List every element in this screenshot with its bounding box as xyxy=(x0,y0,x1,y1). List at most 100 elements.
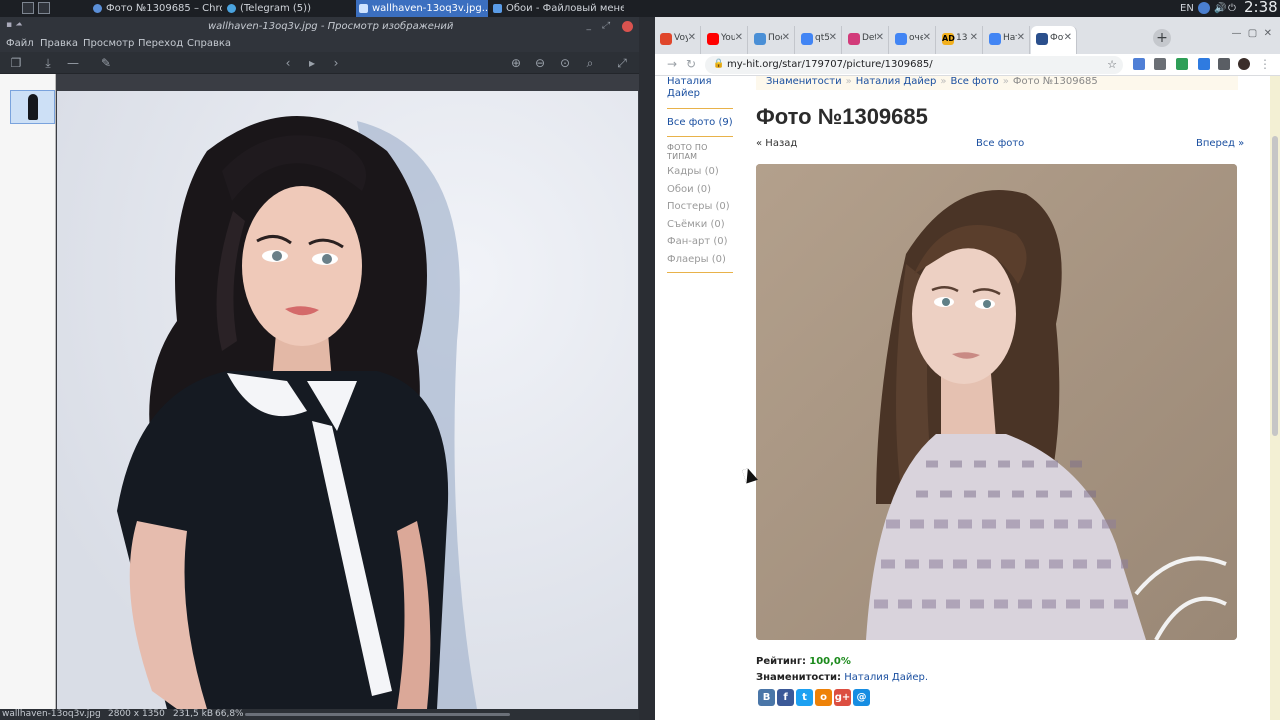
extension-translate-icon[interactable] xyxy=(1133,58,1145,70)
minimize-icon[interactable]: — xyxy=(1231,28,1241,39)
address-bar[interactable]: 🔒 my-hit.org/star/179707/picture/1309685… xyxy=(705,56,1123,74)
sidebar-divider xyxy=(667,272,733,273)
sidebar-type-frames[interactable]: Кадры (0) xyxy=(667,163,733,181)
window-menu-icon[interactable]: ▪ ⏶ xyxy=(6,20,22,30)
share-facebook-button[interactable]: f xyxy=(777,689,794,706)
url-text[interactable]: my-hit.org/star/179707/picture/1309685/ xyxy=(727,59,933,70)
horizontal-scrollbar[interactable] xyxy=(245,713,510,716)
menu-file[interactable]: Файл xyxy=(6,38,34,49)
celebrity-photo[interactable] xyxy=(756,164,1237,640)
tab-close-icon[interactable]: ✕ xyxy=(923,32,931,43)
extension-vpn-icon[interactable] xyxy=(1198,58,1210,70)
sidebar-type-flyers[interactable]: Флаеры (0) xyxy=(667,251,733,269)
maximize-icon[interactable]: ⤢ xyxy=(602,21,609,31)
maximize-icon[interactable]: ▢ xyxy=(1248,28,1257,39)
zoom-out-icon[interactable]: ⊖ xyxy=(532,55,548,71)
share-email-button[interactable]: @ xyxy=(853,689,870,706)
tab-favicon-icon xyxy=(1036,33,1048,45)
zoom-fit-icon[interactable]: ⊙ xyxy=(557,55,573,71)
tab-close-icon[interactable]: ✕ xyxy=(688,32,696,43)
menu-kebab-icon[interactable]: ⋮ xyxy=(1259,57,1271,71)
edit-icon[interactable]: ✎ xyxy=(98,55,114,71)
sidebar-type-posters[interactable]: Постеры (0) xyxy=(667,198,733,216)
profile-avatar[interactable] xyxy=(1238,58,1250,70)
reload-icon[interactable]: ↻ xyxy=(686,57,696,71)
browser-tab-2[interactable]: Пос✕ xyxy=(749,26,795,54)
fullscreen-icon[interactable]: ❐ xyxy=(8,55,24,71)
tab-close-icon[interactable]: ✕ xyxy=(782,32,790,43)
previous-icon[interactable]: ‹ xyxy=(280,55,296,71)
zoom-in-icon[interactable]: ⊕ xyxy=(508,55,524,71)
breadcrumb-all-photos[interactable]: Все фото xyxy=(950,76,998,87)
prev-photo-link[interactable]: « Назад xyxy=(756,138,797,149)
menu-help[interactable]: Справка xyxy=(187,38,231,49)
play-icon[interactable]: ▸ xyxy=(304,55,320,71)
scrollbar-thumb[interactable] xyxy=(1272,136,1278,436)
tab-close-icon[interactable]: ✕ xyxy=(735,32,743,43)
browser-tab-3[interactable]: qt5 ✕ xyxy=(796,26,842,54)
viewer-titlebar[interactable]: ▪ ⏶ wallhaven-13oq3v.jpg - Просмотр изоб… xyxy=(0,17,639,36)
tab-close-icon[interactable]: ✕ xyxy=(829,32,837,43)
sidebar-type-shoots[interactable]: Съёмки (0) xyxy=(667,216,733,234)
celebrities-value-link[interactable]: Наталия Дайер. xyxy=(844,672,928,683)
save-icon[interactable]: ⤓ xyxy=(40,55,56,71)
close-icon[interactable] xyxy=(622,21,633,32)
extension-icon[interactable] xyxy=(1154,58,1166,70)
next-icon[interactable]: › xyxy=(328,55,344,71)
image-canvas[interactable] xyxy=(57,91,638,709)
browser-tab-7[interactable]: Нат✕ xyxy=(984,26,1030,54)
menu-go[interactable]: Переход xyxy=(138,38,183,49)
forward-icon[interactable]: → xyxy=(667,57,677,71)
browser-tab-6[interactable]: AD 13 ✕ xyxy=(937,26,983,54)
breadcrumb-celebrity[interactable]: Наталия Дайер xyxy=(856,76,937,87)
keyboard-layout[interactable]: EN xyxy=(1180,0,1194,17)
tab-close-icon[interactable]: ✕ xyxy=(1017,32,1025,43)
close-icon[interactable]: ✕ xyxy=(1264,28,1272,39)
tab-close-icon[interactable]: ✕ xyxy=(1064,32,1072,43)
extensions-puzzle-icon[interactable] xyxy=(1218,58,1230,70)
power-icon[interactable]: ⏻ xyxy=(1228,0,1236,17)
expand-icon[interactable]: ⤢ xyxy=(614,55,630,71)
thumbnail-item[interactable] xyxy=(10,90,55,124)
share-vk-button[interactable]: В xyxy=(758,689,775,706)
all-photos-link[interactable]: Все фото xyxy=(976,138,1024,149)
share-odnoklassniki-button[interactable]: о xyxy=(815,689,832,706)
tab-favicon-icon xyxy=(707,33,719,45)
share-googleplus-button[interactable]: g+ xyxy=(834,689,851,706)
menu-view[interactable]: Просмотр xyxy=(83,38,134,49)
page-scrollbar[interactable] xyxy=(1270,76,1280,720)
task-telegram[interactable]: (Telegram (5)) xyxy=(224,0,352,17)
extension-badge-icon[interactable] xyxy=(1176,58,1188,70)
sidebar-type-wallpapers[interactable]: Обои (0) xyxy=(667,181,733,199)
sidebar-all-photos-link[interactable]: Все фото (9) xyxy=(667,117,733,128)
share-twitter-button[interactable]: t xyxy=(796,689,813,706)
browser-tab-1[interactable]: You ✕ xyxy=(702,26,748,54)
task-file-manager[interactable]: Обои - Файловый мене... xyxy=(490,0,624,17)
browser-tab-4[interactable]: Det✕ xyxy=(843,26,889,54)
volume-icon[interactable]: 🔊 xyxy=(1214,0,1226,17)
menu-edit[interactable]: Правка xyxy=(40,38,78,49)
minus-icon[interactable]: — xyxy=(65,55,81,71)
sidebar-type-fanart[interactable]: Фан-арт (0) xyxy=(667,233,733,251)
browser-tab-0[interactable]: Voy ✕ xyxy=(655,26,701,54)
task-image-viewer[interactable]: wallhaven-13oq3v.jpg... xyxy=(356,0,488,17)
task-chrome[interactable]: Фото №1309685 – Chro... xyxy=(90,0,222,17)
browser-tab-5[interactable]: оче ✕ xyxy=(890,26,936,54)
sidebar-celebrity-link[interactable]: Наталия Дайер xyxy=(667,76,717,100)
minimize-icon[interactable]: _ xyxy=(587,21,592,31)
tab-title: оче xyxy=(909,33,923,43)
new-tab-button[interactable]: + xyxy=(1153,29,1171,47)
network-icon[interactable] xyxy=(1198,2,1210,14)
tab-close-icon[interactable]: ✕ xyxy=(970,32,978,43)
status-dimensions: 2800 x 1350 xyxy=(108,709,165,719)
clock[interactable]: 2:38 xyxy=(1244,0,1278,16)
bookmark-star-icon[interactable]: ☆ xyxy=(1107,58,1117,71)
workspace-2-button[interactable] xyxy=(38,2,50,14)
breadcrumb-celebrities[interactable]: Знаменитости xyxy=(766,76,842,87)
next-photo-link[interactable]: Вперед » xyxy=(1196,138,1244,149)
tab-favicon-icon xyxy=(848,33,860,45)
browser-tab-8[interactable]: Фот✕ xyxy=(1031,26,1077,54)
tab-close-icon[interactable]: ✕ xyxy=(876,32,884,43)
workspace-1-button[interactable] xyxy=(22,2,34,14)
zoom-reset-icon[interactable]: ⌕ xyxy=(582,55,598,71)
